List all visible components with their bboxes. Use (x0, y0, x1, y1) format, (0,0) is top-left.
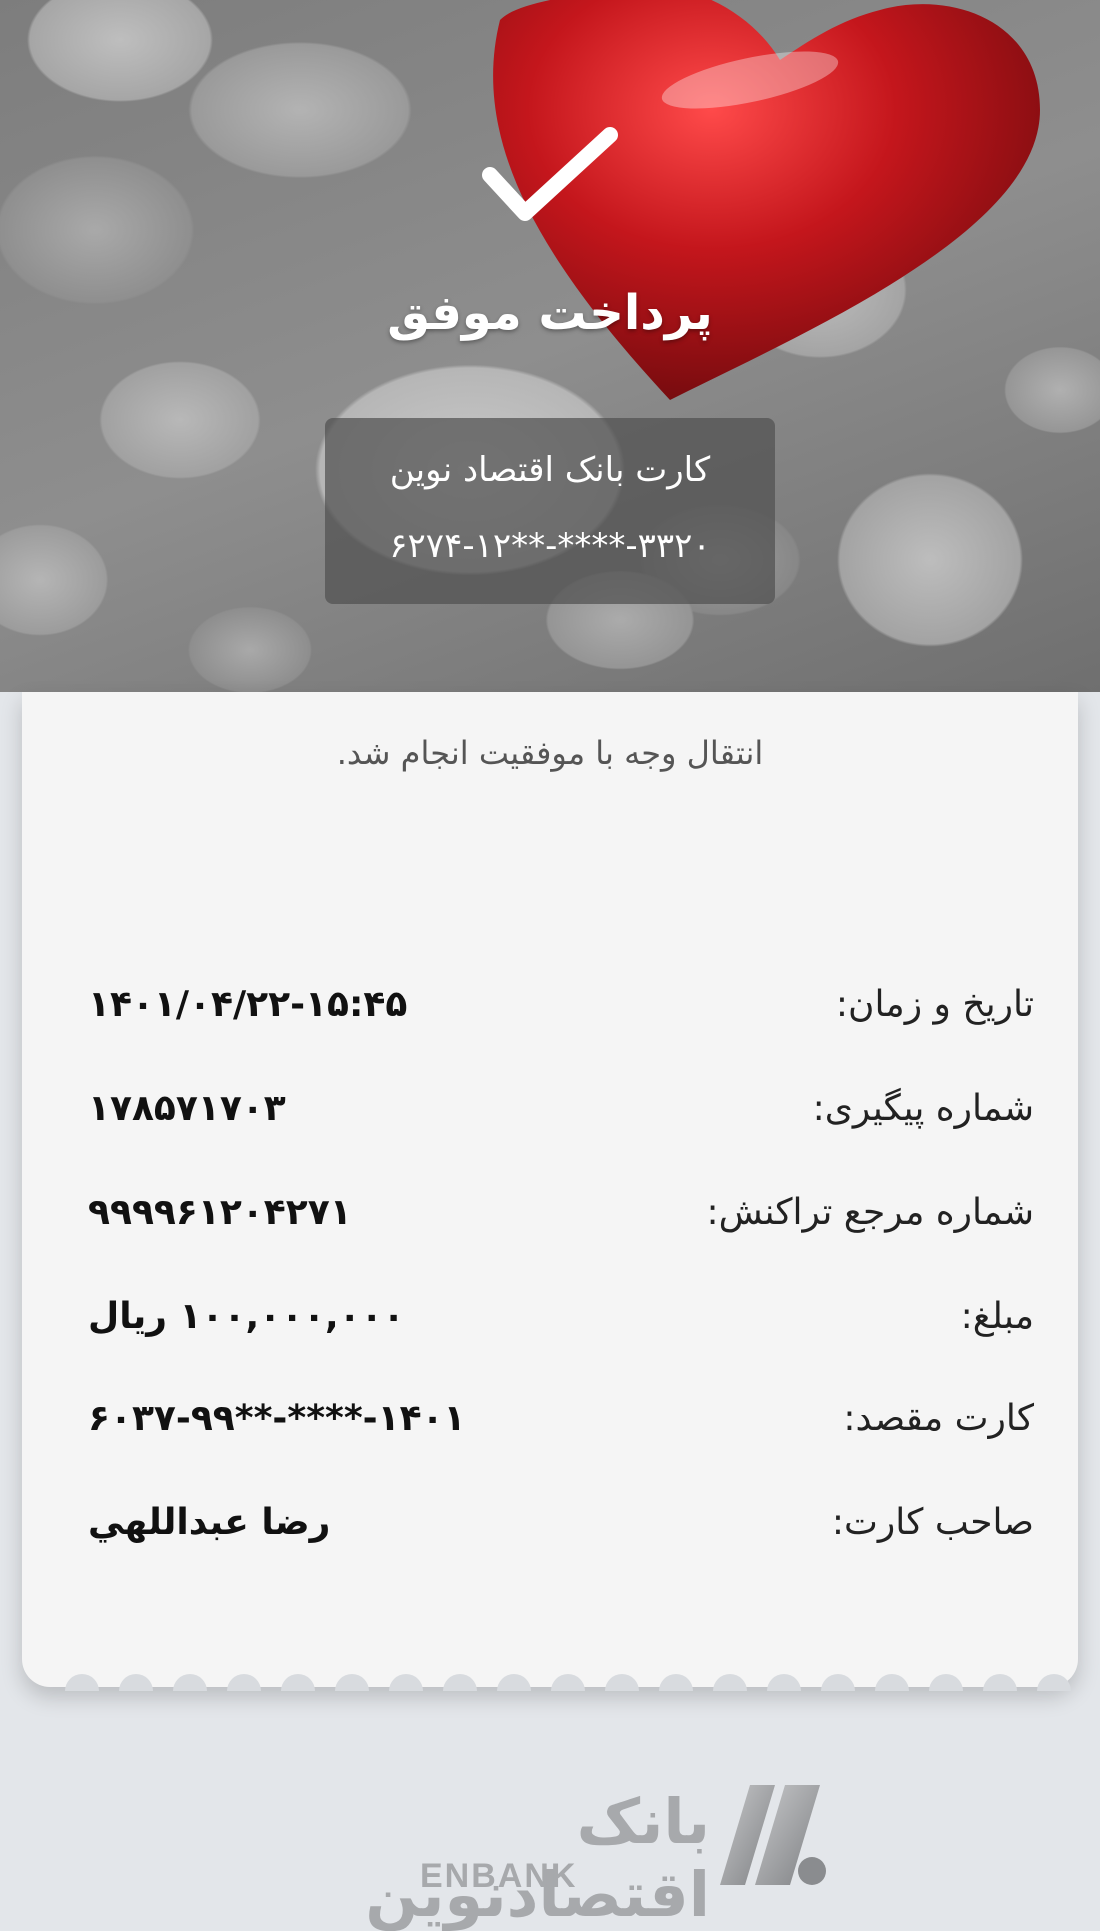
receipt-scallop (767, 1674, 801, 1691)
source-card-bank-name: کارت بانک اقتصاد نوین (389, 450, 711, 490)
receipt-scallop (119, 1674, 153, 1691)
receipt-row-datetime: تاریخ و زمان: ۱۴۰۱/۰۴/۲۲-۱۵:۴۵ (88, 984, 1034, 1044)
row-label: تاریخ و زمان: (835, 984, 1034, 1025)
row-value: رضا عبداللهي (88, 1502, 331, 1543)
receipt-scallop (497, 1674, 531, 1691)
receipt-scallop (335, 1674, 369, 1691)
bank-logo: بانک اقتصادنوین ENBANK (270, 1785, 830, 1931)
receipt-row-destination-card: کارت مقصد: ۶۰۳۷-۹۹**-****-۱۴۰۱ (88, 1398, 1034, 1458)
receipt-scallop (659, 1674, 693, 1691)
source-card-box: کارت بانک اقتصاد نوین ۶۲۷۴-۱۲**-****-۳۳۲… (325, 418, 775, 604)
receipt-row-amount: مبلغ: ۱۰۰,۰۰۰,۰۰۰ ریال (88, 1296, 1034, 1356)
receipt-scallop (605, 1674, 639, 1691)
receipt-scallop (821, 1674, 855, 1691)
row-label: شماره پیگیری: (812, 1088, 1034, 1129)
row-label: مبلغ: (960, 1296, 1034, 1337)
hero-banner: پرداخت موفق کارت بانک اقتصاد نوین ۶۲۷۴-۱… (0, 0, 1100, 692)
enbank-logo-icon (720, 1785, 826, 1885)
receipt-row-card-owner: صاحب کارت: رضا عبداللهي (88, 1502, 1034, 1562)
logo-text-en: ENBANK (420, 1857, 578, 1895)
row-value: ۱۷۸۵۷۱۷۰۳ (88, 1088, 286, 1129)
receipt-scallop (551, 1674, 585, 1691)
row-label: صاحب کارت: (831, 1502, 1034, 1543)
receipt-scallop (443, 1674, 477, 1691)
row-value: ۶۰۳۷-۹۹**-****-۱۴۰۱ (88, 1398, 466, 1439)
source-card-number: ۶۲۷۴-۱۲**-****-۳۳۲۰ (389, 526, 711, 566)
row-label: کارت مقصد: (843, 1398, 1034, 1439)
receipt-scallop (281, 1674, 315, 1691)
row-value: ۱۴۰۱/۰۴/۲۲-۱۵:۴۵ (88, 984, 408, 1025)
receipt-scallop (1037, 1674, 1071, 1691)
page-title: پرداخت موفق (387, 285, 713, 341)
checkmark-icon (482, 127, 618, 221)
receipt-tear-edge (22, 1661, 1078, 1691)
receipt-scallop (875, 1674, 909, 1691)
receipt-scallop (65, 1674, 99, 1691)
row-value: ۹۹۹۹۶۱۲۰۴۲۷۱ (88, 1192, 352, 1233)
receipt-scallop (227, 1674, 261, 1691)
row-value: ۱۰۰,۰۰۰,۰۰۰ ریال (88, 1296, 405, 1337)
receipt-card: انتقال وجه با موفقیت انجام شد. تاریخ و ز… (22, 692, 1078, 1691)
receipt-scallop (389, 1674, 423, 1691)
receipt-row-tracking-number: شماره پیگیری: ۱۷۸۵۷۱۷۰۳ (88, 1088, 1034, 1148)
receipt-scallop (929, 1674, 963, 1691)
status-message: انتقال وجه با موفقیت انجام شد. (336, 734, 764, 772)
receipt-row-reference-number: شماره مرجع تراکنش: ۹۹۹۹۶۱۲۰۴۲۷۱ (88, 1192, 1034, 1252)
receipt-scallop (713, 1674, 747, 1691)
receipt-scallop (983, 1674, 1017, 1691)
receipt-scallop (173, 1674, 207, 1691)
row-label: شماره مرجع تراکنش: (706, 1192, 1034, 1233)
